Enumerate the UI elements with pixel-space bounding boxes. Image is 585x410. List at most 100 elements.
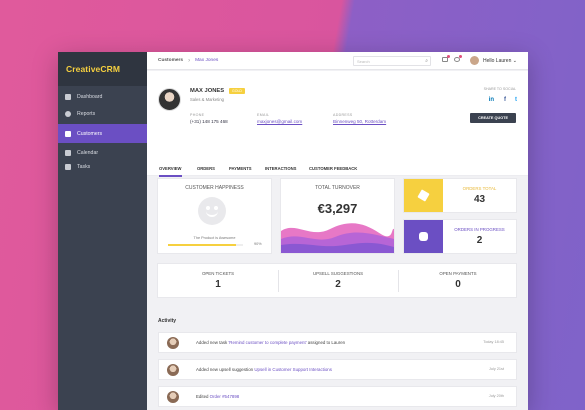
tab-bar: OVERVIEW ORDERS PAYMENTS INTERACTIONS CU… — [147, 160, 528, 177]
activity-link[interactable]: Order #547898 — [210, 394, 240, 399]
tab-interactions[interactable]: INTERACTIONS — [265, 166, 296, 171]
database-icon — [419, 232, 428, 241]
user-avatar[interactable] — [470, 56, 479, 65]
sidebar: CreativeCRM Dashboard Reports Customers … — [58, 52, 147, 410]
box-icon — [417, 189, 430, 202]
dashboard-icon — [65, 94, 71, 100]
clock-icon — [65, 111, 71, 117]
sidebar-item-label: Reports — [77, 111, 96, 117]
chevron-right-icon: › — [188, 57, 191, 64]
email-link[interactable]: maxjones@gmail.com — [257, 119, 302, 124]
sidebar-item-label: Customers — [77, 130, 103, 137]
happiness-title: CUSTOMER HAPPINESS — [185, 185, 244, 191]
turnover-card: TOTAL TURNOVER €3,297 — [280, 178, 395, 254]
notification-badge — [447, 55, 450, 58]
avatar — [167, 364, 179, 376]
sidebar-item-reports[interactable]: Reports — [58, 107, 147, 121]
facebook-icon[interactable]: f — [504, 97, 506, 103]
smiley-icon — [198, 197, 226, 225]
calendar-icon — [65, 150, 71, 156]
stat-value: 1 — [215, 279, 221, 290]
crm-window: CreativeCRM Dashboard Reports Customers … — [58, 52, 528, 410]
activity-text: Added new task 'Remind customer to compl… — [196, 340, 345, 345]
stats-row: OPEN TICKETS 1 UPSELL SUGGESTIONS 2 OPEN… — [157, 263, 517, 298]
email-label: EMAIL — [257, 113, 270, 117]
tab-payments[interactable]: PAYMENTS — [229, 166, 252, 171]
top-bar: Customers › Max Jones Search ⌕ Hello Lau… — [147, 52, 528, 70]
activity-item[interactable]: Edited Order #547898 July 20th — [158, 386, 517, 407]
user-greeting: Hello Lauren — [483, 58, 512, 64]
activity-date: July 20th — [488, 394, 504, 398]
bell-icon[interactable] — [454, 55, 462, 62]
stat-value: 2 — [335, 279, 341, 290]
tab-customer-feedback[interactable]: CUSTOMER FEEDBACK — [309, 166, 357, 171]
address-label: ADDRESS — [333, 113, 353, 117]
orders-progress-label: ORDERS IN PROGRESS — [454, 227, 505, 232]
orders-total-label: ORDERS TOTAL — [462, 186, 497, 191]
open-payments-stat[interactable]: OPEN PAYMENTS 0 — [398, 264, 518, 297]
customer-profile: MAX JONES GOLD Sales & Marketing PHONE (… — [147, 71, 528, 160]
stat-label: OPEN TICKETS — [201, 271, 235, 276]
orders-total-value: 43 — [473, 194, 486, 205]
tab-orders[interactable]: ORDERS — [197, 166, 215, 171]
app-logo[interactable]: CreativeCRM — [58, 52, 147, 86]
main-content: Customers › Max Jones Search ⌕ Hello Lau… — [147, 52, 528, 410]
activity-text: Edited Order #547898 — [196, 394, 239, 399]
linkedin-icon[interactable]: in — [489, 97, 494, 103]
happiness-percent: 90% — [254, 242, 262, 246]
open-tickets-stat[interactable]: OPEN TICKETS 1 — [158, 264, 278, 297]
create-quote-button[interactable]: CREATE QUOTE — [470, 113, 516, 123]
stat-value: 0 — [455, 279, 461, 290]
share-label: SHARE TO SOCIAL — [483, 87, 516, 91]
address-link[interactable]: Binnenweg 50, Rotterdam — [333, 119, 386, 124]
activity-item[interactable]: Added new task 'Remind customer to compl… — [158, 332, 517, 353]
avatar — [167, 337, 179, 349]
customer-name: MAX JONES — [190, 88, 225, 94]
breadcrumb-customers[interactable]: Customers — [158, 58, 183, 63]
activity-prefix: Added new task — [196, 340, 229, 345]
phone-value[interactable]: (+31) 148 175 468 — [190, 119, 228, 124]
orders-progress-icon-panel — [404, 220, 443, 253]
customer-avatar — [158, 88, 181, 111]
sidebar-item-label: Dashboard — [77, 94, 103, 100]
stat-label: OPEN PAYMENTS — [439, 271, 477, 276]
tasks-icon — [65, 164, 71, 170]
user-menu[interactable]: Hello Lauren ⌄ — [483, 58, 517, 64]
sidebar-item-label: Tasks — [77, 164, 91, 170]
avatar — [167, 391, 179, 403]
happiness-progress-fill — [168, 244, 236, 246]
orders-progress-value: 2 — [476, 235, 483, 246]
search-icon[interactable]: ⌕ — [425, 58, 428, 64]
upsell-suggestions-stat[interactable]: UPSELL SUGGESTIONS 2 — [278, 264, 398, 297]
search-input[interactable]: Search ⌕ — [353, 56, 431, 66]
mail-icon[interactable] — [442, 55, 450, 62]
happiness-card: CUSTOMER HAPPINESS The Product is Awesom… — [157, 178, 272, 254]
chevron-down-icon: ⌄ — [512, 58, 517, 64]
turnover-title: TOTAL TURNOVER — [315, 185, 360, 191]
turnover-value: €3,297 — [317, 201, 358, 216]
activity-date: July 21st — [489, 367, 504, 371]
activity-link[interactable]: 'Remind customer to complete payment' — [228, 340, 306, 345]
search-placeholder: Search — [357, 59, 370, 64]
sidebar-item-calendar[interactable]: Calendar — [58, 146, 147, 160]
activity-title: Activity — [158, 318, 177, 324]
orders-progress-card[interactable]: ORDERS IN PROGRESS 2 — [403, 219, 517, 254]
tab-overview[interactable]: OVERVIEW — [159, 166, 182, 177]
phone-label: PHONE — [190, 113, 205, 117]
activity-date: Today 18:45 — [483, 340, 504, 344]
activity-prefix: Added new upsell suggestion — [196, 367, 255, 372]
stat-label: UPSELL SUGGESTIONS — [312, 271, 364, 276]
activity-link[interactable]: Upsell in Customer Support Interactions — [254, 367, 332, 372]
activity-suffix: assigned to Lauren — [306, 340, 346, 345]
sidebar-item-customers[interactable]: Customers — [58, 124, 147, 143]
happiness-text: The Product is Awesome — [193, 236, 236, 240]
orders-total-card[interactable]: ORDERS TOTAL 43 — [403, 178, 517, 213]
activity-prefix: Edited — [196, 394, 210, 399]
status-badge: GOLD — [229, 88, 245, 94]
activity-item[interactable]: Added new upsell suggestion Upsell in Cu… — [158, 359, 517, 380]
happiness-progress — [168, 244, 243, 246]
orders-total-icon-panel — [404, 179, 443, 212]
sidebar-item-tasks[interactable]: Tasks — [58, 160, 147, 174]
sidebar-item-dashboard[interactable]: Dashboard — [58, 90, 147, 104]
twitter-icon[interactable]: t — [515, 97, 517, 103]
